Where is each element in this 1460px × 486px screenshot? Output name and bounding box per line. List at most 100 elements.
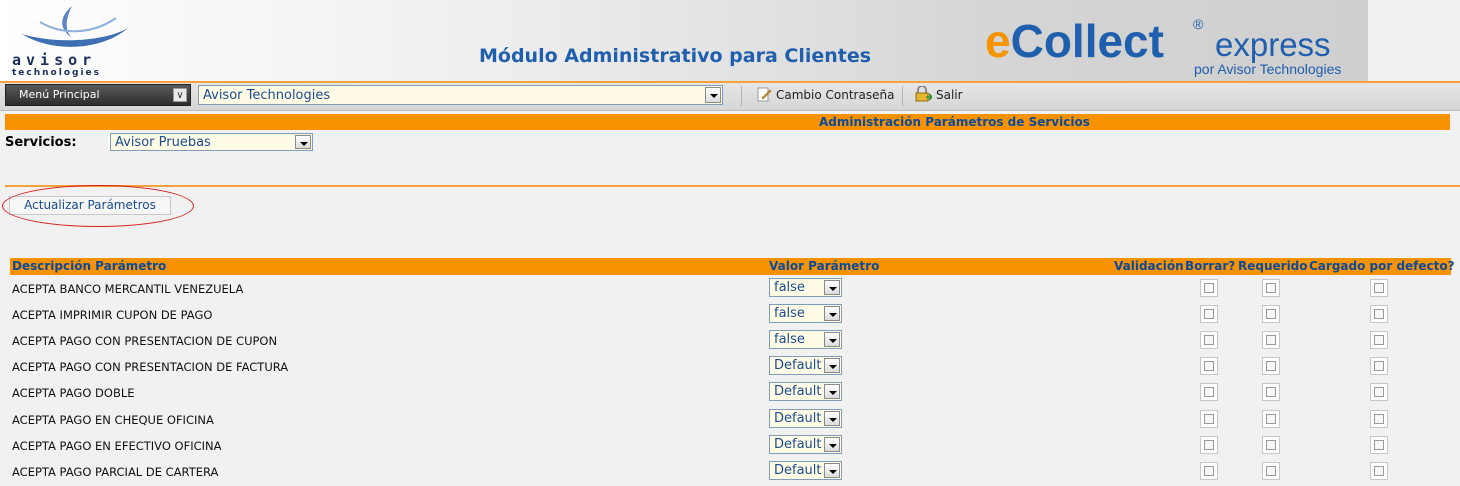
dropdown-arrow-icon[interactable]: [824, 280, 840, 295]
required-checkbox[interactable]: [1262, 383, 1280, 402]
dropdown-arrow-icon[interactable]: [824, 358, 840, 374]
avisor-swirl-icon: [22, 6, 128, 47]
update-parameters-button[interactable]: Actualizar Parámetros: [9, 196, 171, 215]
default-loaded-checkbox[interactable]: [1370, 435, 1388, 454]
edit-document-icon: [756, 86, 772, 105]
param-description: ACEPTA BANCO MERCANTIL VENEZUELA: [12, 282, 244, 296]
table-row: ACEPTA PAGO CON PRESENTACION DE FACTURA D…: [10, 354, 1451, 380]
dropdown-arrow-icon[interactable]: [295, 135, 311, 149]
param-value-select[interactable]: Default: [769, 356, 842, 376]
table-row: ACEPTA PAGO EN CHEQUE OFICINA Default: [10, 407, 1451, 433]
brand-collect: Collect: [1010, 15, 1164, 67]
param-value: Default: [774, 384, 822, 400]
param-description: ACEPTA PAGO PARCIAL DE CARTERA: [12, 464, 219, 479]
brand-express: express: [1215, 26, 1331, 63]
avisor-logo: avisor technologies: [12, 4, 132, 78]
default-loaded-checkbox[interactable]: [1370, 409, 1388, 428]
change-password-button[interactable]: Cambio Contraseña: [756, 86, 894, 105]
logo-subtitle: technologies: [12, 68, 101, 78]
table-row: ACEPTA BANCO MERCANTIL VENEZUELA false: [10, 276, 1451, 302]
default-loaded-checkbox[interactable]: [1370, 331, 1388, 350]
table-row: ACEPTA IMPRIMIR CUPON DE PAGO false: [10, 302, 1451, 328]
services-label: Servicios:: [5, 135, 77, 150]
dropdown-arrow-icon[interactable]: [705, 87, 721, 103]
param-value: false: [774, 280, 805, 295]
brand-registered: ®: [1193, 16, 1204, 32]
param-description: ACEPTA PAGO CON PRESENTACION DE CUPON: [12, 334, 278, 349]
delete-checkbox[interactable]: [1200, 331, 1218, 350]
exit-label: Salir: [936, 88, 963, 102]
section-title-bar: Administración Parámetros de Servicios: [5, 114, 1450, 130]
delete-checkbox[interactable]: [1200, 279, 1218, 297]
toolbar-separator: [741, 86, 742, 106]
default-loaded-checkbox[interactable]: [1370, 357, 1388, 376]
dropdown-arrow-icon[interactable]: [824, 306, 840, 322]
col-value: Valor Parámetro: [769, 259, 880, 273]
delete-checkbox[interactable]: [1200, 383, 1218, 402]
app-header: avisor technologies Módulo Administrativ…: [0, 0, 1368, 81]
required-checkbox[interactable]: [1262, 279, 1280, 297]
param-value-select[interactable]: Default: [769, 434, 842, 454]
dropdown-arrow-icon[interactable]: [824, 384, 840, 400]
services-select[interactable]: Avisor Pruebas: [110, 133, 313, 151]
divider: [5, 185, 1460, 187]
param-value: false: [774, 332, 805, 348]
chevron-down-icon[interactable]: ∨: [173, 88, 187, 102]
toolbar: Menú Principal ∨ Avisor Technologies Cam…: [0, 83, 1460, 111]
required-checkbox[interactable]: [1262, 331, 1280, 350]
header-filler: [1368, 0, 1460, 81]
main-menu-label: Menú Principal: [19, 88, 100, 101]
required-checkbox[interactable]: [1262, 435, 1280, 454]
company-select[interactable]: Avisor Technologies: [198, 85, 723, 105]
page-title: Módulo Administrativo para Clientes: [479, 45, 872, 67]
table-header: Descripción Parámetro Valor Parámetro Va…: [10, 258, 1455, 275]
brand-by: por Avisor Technologies: [1194, 61, 1342, 77]
change-password-label: Cambio Contraseña: [776, 88, 895, 102]
param-value-select[interactable]: Default: [769, 382, 842, 402]
default-loaded-checkbox[interactable]: [1370, 461, 1388, 480]
required-checkbox[interactable]: [1262, 357, 1280, 376]
required-checkbox[interactable]: [1262, 305, 1280, 324]
param-description: ACEPTA PAGO CON PRESENTACION DE FACTURA: [12, 360, 289, 375]
param-description: ACEPTA PAGO EN CHEQUE OFICINA: [12, 412, 214, 427]
dropdown-arrow-icon[interactable]: [824, 462, 840, 478]
param-value: false: [774, 306, 805, 322]
delete-checkbox[interactable]: [1200, 435, 1218, 454]
lock-exit-icon: [914, 85, 934, 105]
param-value-select[interactable]: false: [769, 330, 842, 350]
company-select-value: Avisor Technologies: [203, 88, 331, 103]
delete-checkbox[interactable]: [1200, 357, 1218, 376]
param-value-select[interactable]: false: [769, 304, 842, 324]
table-row: ACEPTA PAGO DOBLE Default: [10, 380, 1451, 406]
exit-button[interactable]: Salir: [914, 85, 963, 105]
col-description: Descripción Parámetro: [12, 259, 167, 273]
default-loaded-checkbox[interactable]: [1370, 383, 1388, 402]
col-default-loaded: Cargado por defecto?: [1309, 259, 1455, 273]
dropdown-arrow-icon[interactable]: [824, 410, 840, 426]
param-description: ACEPTA PAGO EN EFECTIVO OFICINA: [12, 438, 222, 453]
param-value-select[interactable]: Default: [769, 408, 842, 428]
param-description: ACEPTA IMPRIMIR CUPON DE PAGO: [12, 308, 213, 323]
param-value: Default: [774, 358, 822, 374]
required-checkbox[interactable]: [1262, 461, 1280, 480]
required-checkbox[interactable]: [1262, 409, 1280, 428]
section-title: Administración Parámetros de Servicios: [819, 115, 1090, 129]
col-delete: Borrar?: [1185, 259, 1236, 273]
delete-checkbox[interactable]: [1200, 409, 1218, 428]
delete-checkbox[interactable]: [1200, 461, 1218, 480]
ecollect-logo: eCollect ® express por Avisor Technologi…: [985, 14, 1365, 80]
param-value-select[interactable]: false: [769, 278, 842, 297]
main-menu-dropdown[interactable]: Menú Principal ∨: [5, 84, 191, 106]
default-loaded-checkbox[interactable]: [1370, 305, 1388, 324]
dropdown-arrow-icon[interactable]: [824, 332, 840, 348]
delete-checkbox[interactable]: [1200, 305, 1218, 324]
param-description: ACEPTA PAGO DOBLE: [12, 386, 135, 401]
dropdown-arrow-icon[interactable]: [824, 436, 840, 452]
table-row: ACEPTA PAGO PARCIAL DE CARTERA Default: [10, 459, 1451, 485]
default-loaded-checkbox[interactable]: [1370, 279, 1388, 297]
brand-e: e: [985, 15, 1011, 67]
services-select-value: Avisor Pruebas: [115, 135, 211, 150]
table-row: ACEPTA PAGO EN EFECTIVO OFICINA Default: [10, 433, 1451, 459]
param-value-select[interactable]: Default: [769, 460, 842, 480]
param-value: Default: [774, 410, 822, 426]
